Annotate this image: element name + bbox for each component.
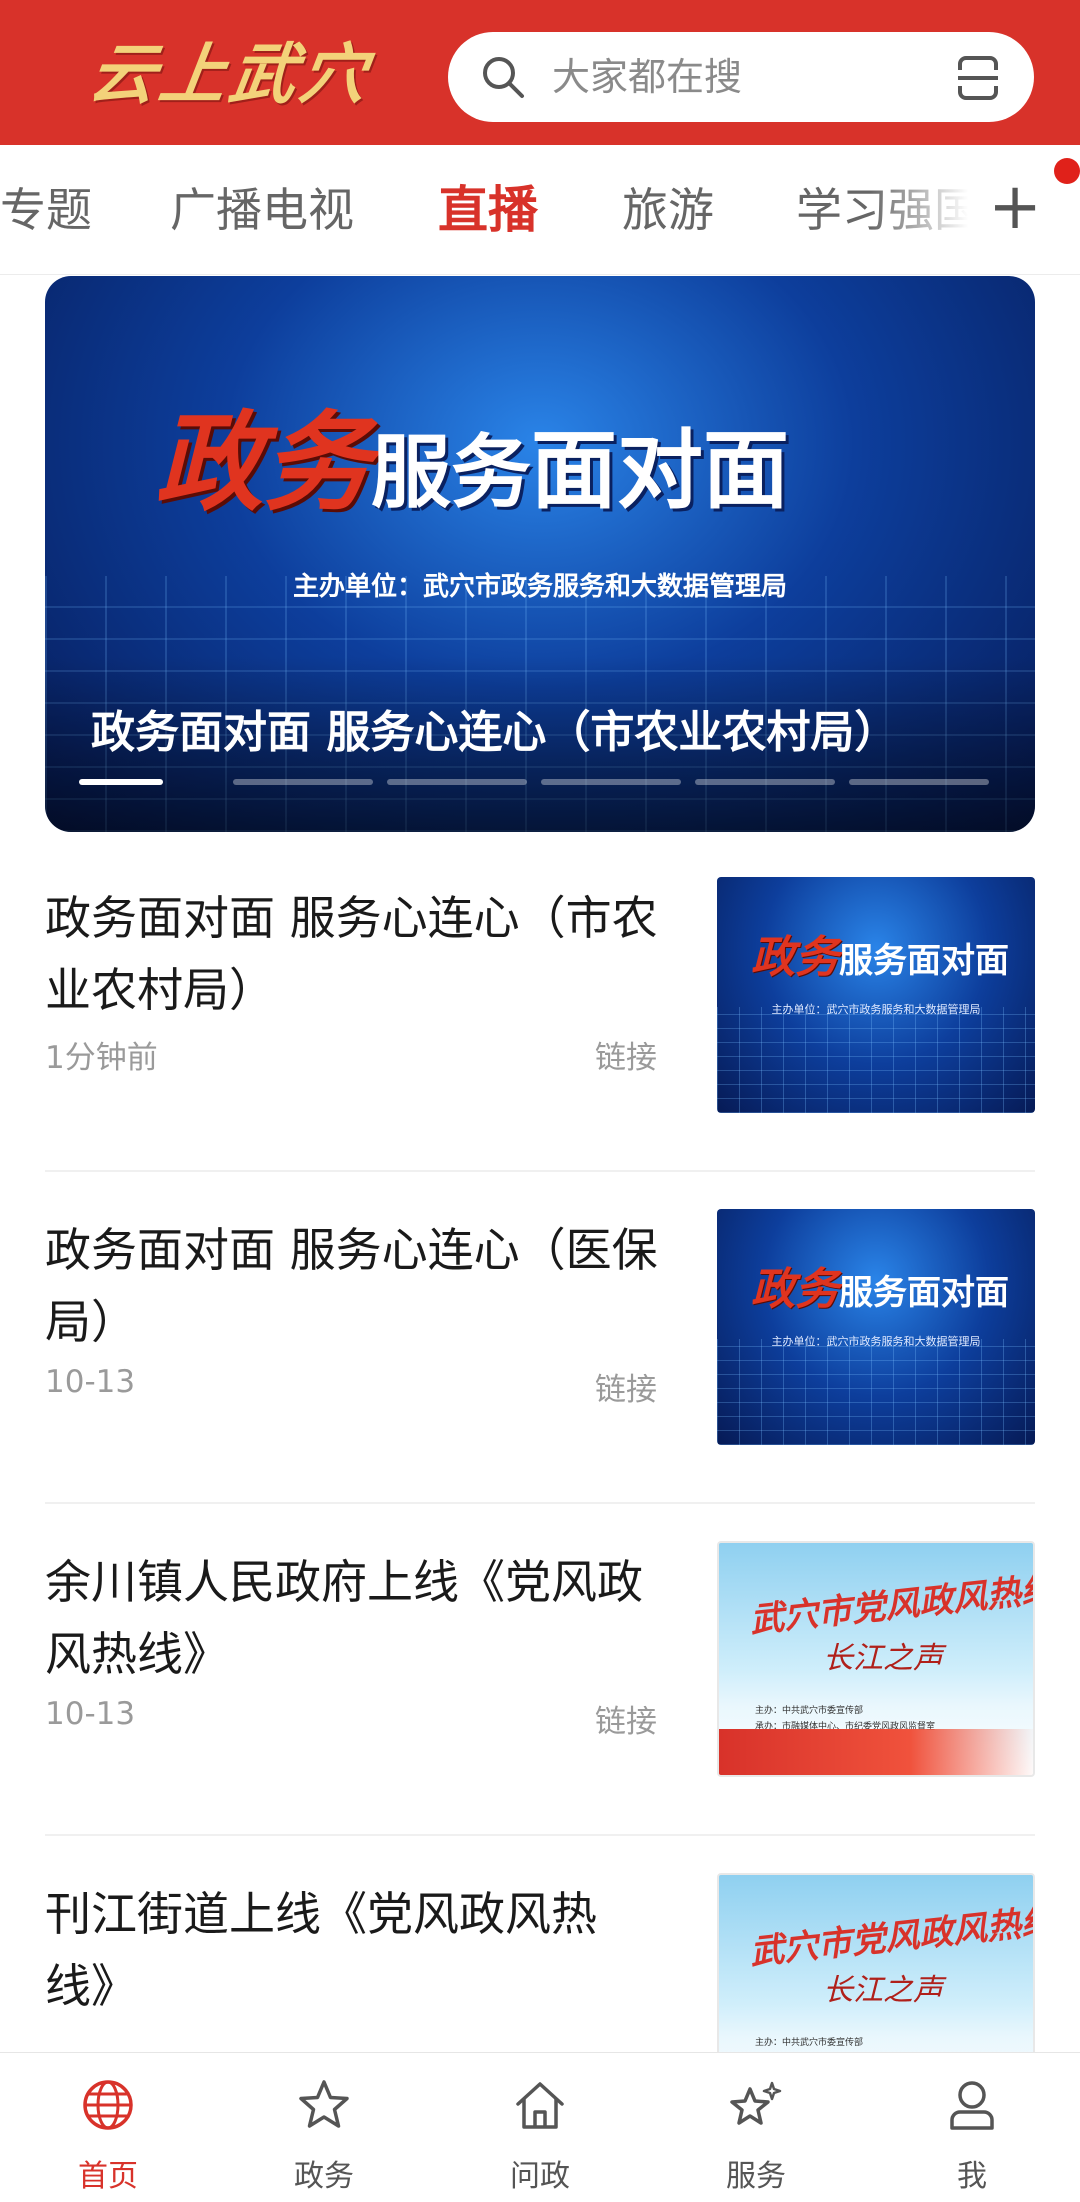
- tab-topics[interactable]: 专题: [0, 145, 92, 274]
- news-time: 10-13: [45, 1696, 136, 1732]
- tab-travel[interactable]: 旅游: [622, 145, 714, 274]
- news-link-label: 链接: [595, 1704, 657, 1740]
- news-thumbnail[interactable]: 武穴市党风政风热线 长江之声 主办：中共武穴市委宣传部 承办：市融媒体中心、市纪…: [717, 1541, 1035, 1777]
- carousel-dot[interactable]: [849, 779, 989, 785]
- bottom-navigation: 首页 政务 问政 服务 我: [0, 2052, 1080, 2202]
- nav-inquiry[interactable]: 问政: [432, 2053, 648, 2202]
- globe-icon: [83, 2080, 133, 2130]
- news-thumbnail[interactable]: 政务服务面对面 主办单位：武穴市政务服务和大数据管理局: [717, 1209, 1035, 1445]
- thumbnail-title-white: 服务面对面: [839, 1273, 1009, 1313]
- tab-live[interactable]: 直播: [438, 145, 538, 274]
- news-title[interactable]: 政务面对面 服务心连心（市农业农村局）: [45, 882, 665, 1026]
- nav-label: 我: [957, 2159, 987, 2194]
- carousel-indicators: [79, 779, 999, 785]
- carousel-dot[interactable]: [387, 779, 527, 785]
- app-header: 云上武穴 大家都在搜: [0, 0, 1080, 145]
- news-item[interactable]: 政务面对面 服务心连心（市农业农村局） 1分钟前 链接 政务服务面对面 主办单位…: [45, 842, 1035, 1172]
- thumbnail-credit-line: 主办：中共武穴市委宣传部: [755, 2038, 864, 2048]
- thumbnail-title: 武穴市党风政风热线: [748, 1569, 1035, 1641]
- sparkle-star-icon: [730, 2081, 782, 2125]
- news-link-label: 链接: [595, 1372, 657, 1408]
- banner-sponsor: 主办单位：武穴市政务服务和大数据管理局: [292, 572, 787, 602]
- banner-caption[interactable]: 政务面对面 服务心连心（市农业农村局）: [91, 696, 898, 760]
- home-icon: [516, 2082, 564, 2129]
- carousel-dot[interactable]: [695, 779, 835, 785]
- thumbnail-sponsor: 主办单位：武穴市政务服务和大数据管理局: [771, 1003, 981, 1016]
- add-channel-button[interactable]: +: [985, 145, 1045, 274]
- nav-label: 服务: [726, 2159, 786, 2194]
- news-item[interactable]: 余川镇人民政府上线《党风政风热线》 10-13 链接 武穴市党风政风热线 长江之…: [45, 1506, 1035, 1836]
- nav-label: 问政: [510, 2159, 570, 2194]
- news-title[interactable]: 余川镇人民政府上线《党风政风热线》: [45, 1546, 665, 1690]
- nav-government-affairs[interactable]: 政务: [216, 2053, 432, 2202]
- news-time: 10-13: [45, 1364, 136, 1400]
- news-title[interactable]: 政务面对面 服务心连心（医保局）: [45, 1214, 665, 1358]
- thumbnail-title-red: 政务: [751, 932, 839, 983]
- notification-dot: [1054, 158, 1080, 184]
- nav-label: 首页: [78, 2159, 138, 2194]
- thumbnail-subtitle: 长江之声: [823, 1641, 943, 1676]
- thumbnail-title: 政务服务面对面: [751, 1253, 1009, 1317]
- star-icon: [299, 2080, 349, 2128]
- banner-title-red: 政务: [155, 400, 372, 526]
- tab-broadcast-tv[interactable]: 广播电视: [170, 145, 354, 274]
- banner-artwork-title: 政务服务面对面: [155, 376, 935, 526]
- thumbnail-subtitle: 长江之声: [823, 1973, 943, 2008]
- search-icon: [483, 57, 524, 98]
- news-time: 1分钟前: [45, 1040, 158, 1076]
- app-logo: 云上武穴: [84, 35, 376, 113]
- search-input[interactable]: 大家都在搜: [552, 32, 742, 122]
- carousel-dot[interactable]: [233, 779, 373, 785]
- thumbnail-title: 政务服务面对面: [751, 921, 1009, 985]
- news-thumbnail[interactable]: 政务服务面对面 主办单位：武穴市政务服务和大数据管理局: [717, 877, 1035, 1113]
- thumbnail-title-white: 服务面对面: [839, 941, 1009, 981]
- nav-label: 政务: [294, 2159, 354, 2194]
- thumbnail-grid: [717, 1007, 1035, 1113]
- carousel-dot[interactable]: [79, 779, 163, 785]
- carousel-dot[interactable]: [541, 779, 681, 785]
- news-item[interactable]: 政务面对面 服务心连心（医保局） 10-13 链接 政务服务面对面 主办单位：武…: [45, 1174, 1035, 1504]
- nav-home[interactable]: 首页: [0, 2053, 216, 2202]
- thumbnail-red-band: [719, 1729, 1033, 1775]
- nav-services[interactable]: 服务: [648, 2053, 864, 2202]
- banner-title-white-1: 服务: [371, 425, 532, 519]
- thumbnail-grid: [717, 1339, 1035, 1445]
- thumbnail-credit-line: 主办：中共武穴市委宣传部: [755, 1706, 864, 1716]
- search-bar[interactable]: 大家都在搜: [448, 32, 1034, 122]
- banner-title-white-2: 面对面: [531, 421, 790, 521]
- banner-carousel[interactable]: 政务服务面对面 主办单位：武穴市政务服务和大数据管理局 政务面对面 服务心连心（…: [45, 276, 1035, 832]
- nav-me[interactable]: 我: [864, 2053, 1080, 2202]
- news-link-label: 链接: [595, 1040, 657, 1076]
- news-title[interactable]: 刊江街道上线《党风政风热线》: [45, 1878, 665, 2022]
- scan-icon[interactable]: [954, 54, 1002, 102]
- category-tabs: 专题 广播电视 直播 旅游 学习强国 +: [0, 145, 1080, 275]
- user-icon: [950, 2081, 994, 2130]
- thumbnail-title-red: 政务: [751, 1264, 839, 1315]
- thumbnail-sponsor: 主办单位：武穴市政务服务和大数据管理局: [771, 1335, 981, 1348]
- thumbnail-title: 武穴市党风政风热线: [748, 1901, 1035, 1973]
